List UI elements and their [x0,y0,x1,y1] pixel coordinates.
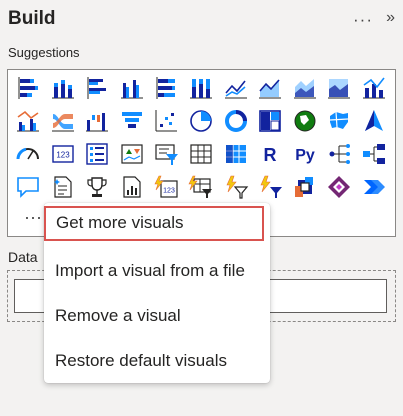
get-more-visuals-menu-item[interactable]: Get more visuals [44,206,264,241]
clustered-bar-chart-icon[interactable] [84,75,110,101]
more-options-button[interactable]: ··· [353,10,373,30]
collapse-pane-button[interactable]: » [386,9,395,27]
svg-text:123: 123 [164,188,176,195]
filled-map-icon[interactable] [326,108,352,134]
clustered-column-chart-icon[interactable] [119,75,145,101]
matrix-icon[interactable] [223,141,249,167]
waterfall-chart-icon[interactable] [84,108,110,134]
qa-visual-icon[interactable] [15,174,41,200]
power-automate-filter-icon[interactable] [188,174,214,200]
map-icon[interactable] [292,108,318,134]
table-icon[interactable] [188,141,214,167]
stacked-area-chart-icon[interactable] [292,75,318,101]
r-script-visual-icon[interactable]: R [257,141,283,167]
funnel-chart-icon[interactable] [119,108,145,134]
key-influencers-icon[interactable] [326,141,352,167]
metrics-visual-icon[interactable] [292,174,318,200]
goals-trophy-icon[interactable] [84,174,110,200]
import-visual-from-file-menu-item[interactable]: Import a visual from a file [44,253,270,289]
100-percent-stacked-column-chart-icon[interactable] [188,75,214,101]
paginated-report-icon[interactable] [119,174,145,200]
python-visual-icon[interactable]: Py [292,141,318,167]
treemap-icon[interactable] [257,108,283,134]
power-automate-flow-icon[interactable] [257,174,283,200]
visuals-context-menu: Get more visuals Import a visual from a … [44,203,270,383]
svg-text:R: R [264,145,277,165]
line-and-clustered-column-chart-icon[interactable] [15,108,41,134]
power-apps-card-icon[interactable]: 123 [153,174,179,200]
suggestions-label: Suggestions [8,45,80,60]
card-icon[interactable]: 123 [50,141,76,167]
azure-map-icon[interactable] [361,108,387,134]
gauge-icon[interactable] [15,141,41,167]
donut-chart-icon[interactable] [223,108,249,134]
100-percent-stacked-bar-chart-icon[interactable] [153,75,179,101]
power-apps-icon[interactable] [326,174,352,200]
slicer-icon[interactable] [153,141,179,167]
data-section-label: Data [8,249,38,265]
svg-text:123: 123 [56,151,70,160]
line-and-stacked-column-chart-icon[interactable] [361,75,387,101]
more-visuals-button[interactable]: ··· [20,207,46,227]
multi-row-card-icon[interactable] [84,141,110,167]
ribbon-chart-icon[interactable] [50,108,76,134]
svg-text:Py: Py [295,147,315,164]
power-automate-icon[interactable] [361,174,387,200]
build-pane-header: Build ··· » [8,6,395,36]
kpi-icon[interactable] [119,141,145,167]
pie-chart-icon[interactable] [188,108,214,134]
pane-title: Build [8,8,56,29]
decomposition-tree-icon[interactable] [361,141,387,167]
smart-narrative-icon[interactable] [50,174,76,200]
stacked-bar-chart-icon[interactable] [15,75,41,101]
area-chart-icon[interactable] [257,75,283,101]
stacked-column-chart-icon[interactable] [50,75,76,101]
scatter-chart-icon[interactable] [153,108,179,134]
100-percent-stacked-area-chart-icon[interactable] [326,75,352,101]
remove-visual-menu-item[interactable]: Remove a visual [44,298,270,334]
power-automate-funnel-icon[interactable] [223,174,249,200]
line-chart-icon[interactable] [223,75,249,101]
restore-default-visuals-menu-item[interactable]: Restore default visuals [44,343,270,379]
